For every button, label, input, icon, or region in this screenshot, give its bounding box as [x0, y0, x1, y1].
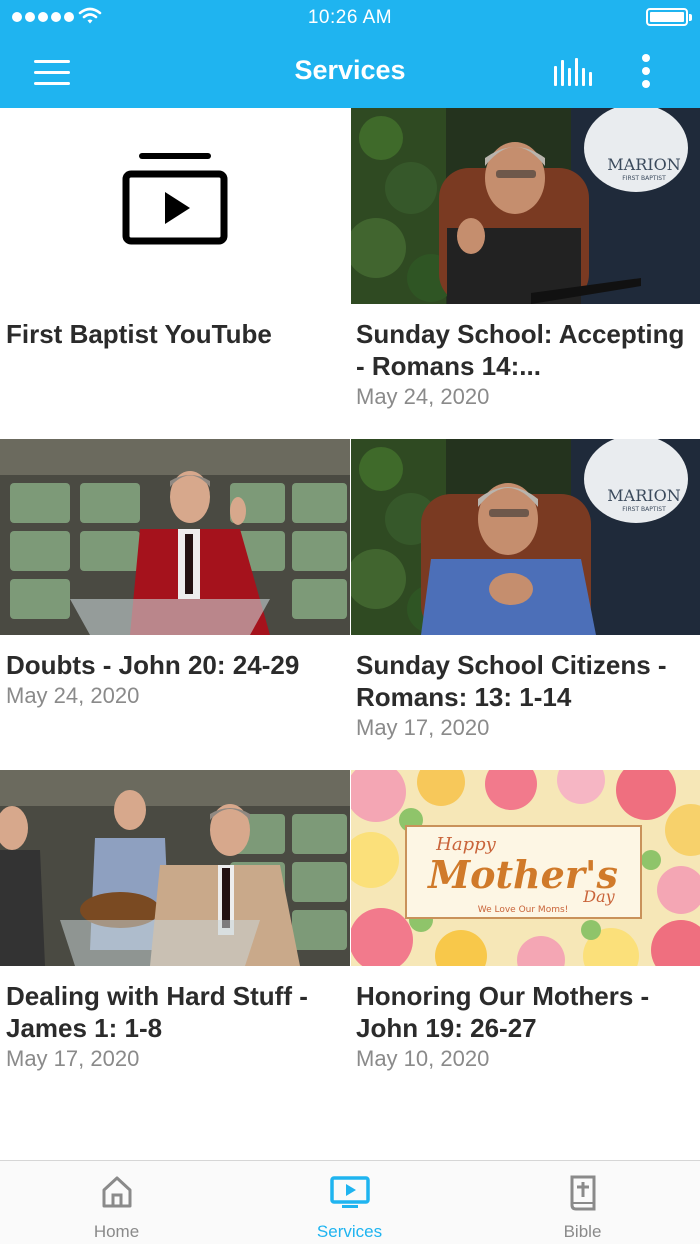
- service-thumbnail: Happy Mother's Day We Love Our Moms!: [351, 770, 700, 966]
- service-thumbnail: [0, 770, 350, 966]
- service-card[interactable]: First Baptist YouTube: [0, 108, 350, 439]
- tab-bar: Home Services Bible: [0, 1160, 700, 1244]
- speaker-seated-video: MARION FIRST BAPTIST: [351, 108, 700, 304]
- status-bar: 10:26 AM: [0, 0, 700, 36]
- service-card[interactable]: Doubts - John 20: 24-29 May 24, 2020: [0, 439, 350, 770]
- service-title: First Baptist YouTube: [6, 319, 272, 349]
- service-title: Sunday School: Accepting - Romans 14:...: [356, 319, 685, 381]
- svg-text:FIRST BAPTIST: FIRST BAPTIST: [622, 506, 666, 513]
- tab-home[interactable]: Home: [0, 1161, 233, 1244]
- service-card[interactable]: MARION FIRST BAPTIST Sunday School Citiz…: [350, 439, 700, 770]
- svg-text:FIRST BAPTIST: FIRST BAPTIST: [622, 175, 666, 182]
- service-date: May 17, 2020: [356, 715, 490, 740]
- service-card[interactable]: MARION FIRST BAPTIST Sunday School: Acce…: [350, 108, 700, 439]
- tab-label: Bible: [563, 1222, 602, 1241]
- service-title: Dealing with Hard Stuff - James 1: 1-8: [6, 981, 308, 1043]
- service-date: May 10, 2020: [356, 1046, 490, 1071]
- service-title: Honoring Our Mothers - John 19: 26-27: [356, 981, 650, 1043]
- home-icon: [102, 1176, 131, 1208]
- service-thumbnail: MARION FIRST BAPTIST: [351, 439, 700, 635]
- service-thumbnail: [0, 108, 350, 304]
- tab-services[interactable]: Services: [233, 1161, 466, 1244]
- more-options-icon[interactable]: [630, 50, 662, 92]
- battery-icon: [646, 8, 692, 26]
- preacher-worship-team-video: [0, 770, 350, 966]
- app-header: 10:26 AM Services: [0, 0, 700, 108]
- mothers-day-graphic: Happy Mother's Day We Love Our Moms!: [351, 770, 700, 966]
- service-title: Doubts - John 20: 24-29: [6, 650, 300, 680]
- service-thumbnail: MARION FIRST BAPTIST: [351, 108, 700, 304]
- audio-player-icon[interactable]: [548, 56, 596, 90]
- bible-icon: [570, 1175, 595, 1211]
- status-time: 10:26 AM: [307, 7, 393, 28]
- service-title: Sunday School Citizens - Romans: 13: 1-1…: [356, 650, 667, 712]
- preacher-pulpit-video: [0, 439, 350, 635]
- tv-play-icon: [329, 1176, 370, 1208]
- service-date: May 24, 2020: [356, 384, 490, 409]
- service-card[interactable]: Dealing with Hard Stuff - James 1: 1-8 M…: [0, 770, 350, 1101]
- speaker-seated-video: MARION FIRST BAPTIST: [351, 439, 700, 635]
- nav-bar: Services: [0, 36, 700, 108]
- svg-text:MARION: MARION: [607, 155, 680, 174]
- svg-text:We Love Our Moms!: We Love Our Moms!: [478, 905, 569, 915]
- tab-label: Home: [93, 1222, 140, 1241]
- svg-text:Day: Day: [582, 887, 615, 906]
- youtube-playlist-icon: [122, 153, 228, 245]
- svg-text:MARION: MARION: [607, 486, 680, 505]
- service-card[interactable]: Happy Mother's Day We Love Our Moms! Hon…: [350, 770, 700, 1101]
- service-date: May 17, 2020: [6, 1046, 140, 1071]
- tab-bible[interactable]: Bible: [466, 1161, 699, 1244]
- tab-label: Services: [316, 1222, 383, 1241]
- service-date: May 24, 2020: [6, 683, 140, 708]
- service-thumbnail: [0, 439, 350, 635]
